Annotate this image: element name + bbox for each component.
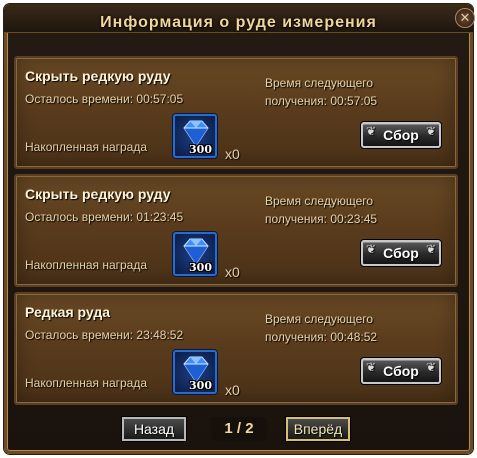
collect-label: Сбор (383, 363, 419, 379)
next-time-info: Время следующего получения: 00:57:05 (265, 74, 425, 110)
collect-button[interactable]: ❦ Сбор ❦ (361, 358, 441, 384)
ornament-icon: ❦ (425, 124, 436, 138)
reward-multiplier: x0 (225, 264, 240, 280)
next-time-value: получения: 00:23:45 (265, 212, 378, 226)
collect-button[interactable]: ❦ Сбор ❦ (361, 240, 441, 266)
reward-item-slot[interactable]: 300 (173, 350, 217, 394)
close-icon: ✕ (459, 10, 471, 25)
collect-label: Сбор (383, 245, 419, 261)
ornament-icon: ❦ (425, 242, 436, 256)
ore-info-window: Информация о руде измерения ✕ Скрыть ред… (0, 0, 477, 458)
reward-label: Накопленная награда (25, 258, 148, 272)
collect-button[interactable]: ❦ Сбор ❦ (361, 122, 441, 148)
reward-label: Накопленная награда (25, 140, 148, 154)
panel-heading: Скрыть редкую руду (25, 68, 171, 84)
reward-item-slot[interactable]: 300 (173, 114, 217, 158)
panel-heading: Редкая руда (25, 304, 110, 320)
reward-label: Накопленная награда (25, 376, 148, 390)
next-time-value: получения: 00:57:05 (265, 94, 378, 108)
ore-panel: Скрыть редкую руду Осталось времени: 00:… (14, 56, 458, 169)
window-title: Информация о руде измерения (100, 14, 377, 31)
panel-heading: Скрыть редкую руду (25, 186, 171, 202)
next-time-label: Время следующего (265, 312, 374, 326)
close-button[interactable]: ✕ (455, 8, 475, 28)
title-bar: Информация о руде измерения (4, 4, 473, 33)
collect-label: Сбор (383, 127, 419, 143)
ornament-icon: ❦ (366, 242, 377, 256)
ore-panel: Скрыть редкую руду Осталось времени: 01:… (14, 174, 458, 287)
remaining-time: Осталось времени: 00:57:05 (25, 92, 184, 106)
ornament-icon: ❦ (366, 360, 377, 374)
ornament-icon: ❦ (366, 124, 377, 138)
next-time-info: Время следующего получения: 00:23:45 (265, 192, 425, 228)
next-time-label: Время следующего (265, 194, 374, 208)
gem-count: 300 (189, 261, 212, 274)
reward-item-slot[interactable]: 300 (173, 232, 217, 276)
back-button[interactable]: Назад (122, 417, 186, 441)
page-indicator: 1 / 2 (211, 417, 267, 441)
reward-multiplier: x0 (225, 382, 240, 398)
gem-count: 300 (189, 379, 212, 392)
pagination-bar: Назад 1 / 2 Вперёд (0, 410, 477, 450)
gem-count: 300 (189, 143, 212, 156)
remaining-time: Осталось времени: 23:48:52 (25, 328, 184, 342)
next-time-label: Время следующего (265, 76, 374, 90)
ore-panel: Редкая руда Осталось времени: 23:48:52 В… (14, 292, 458, 405)
forward-button[interactable]: Вперёд (286, 417, 350, 441)
next-time-info: Время следующего получения: 00:48:52 (265, 310, 425, 346)
reward-multiplier: x0 (225, 146, 240, 162)
next-time-value: получения: 00:48:52 (265, 330, 378, 344)
remaining-time: Осталось времени: 01:23:45 (25, 210, 184, 224)
ornament-icon: ❦ (425, 360, 436, 374)
